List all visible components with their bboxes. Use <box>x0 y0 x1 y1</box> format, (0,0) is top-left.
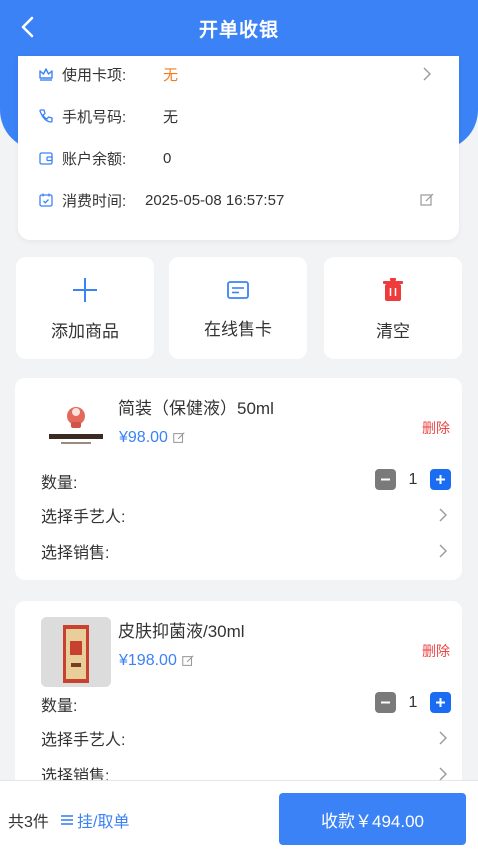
phone-row: 手机号码: 无 <box>18 101 459 131</box>
crown-icon <box>39 68 53 81</box>
bottom-bar: 共3件 挂/取单 收款￥494.00 <box>0 780 478 850</box>
total-count: 共3件 <box>8 814 49 831</box>
quantity-value: 1 <box>408 693 418 711</box>
card-item-row[interactable]: 使用卡项: 无 <box>18 59 459 89</box>
product-price-row[interactable]: ¥198.00 <box>119 652 195 670</box>
phone-label: 手机号码: <box>62 108 127 126</box>
goods-card: 简装（保健液）50ml ¥98.00 删除 数量: 1 选择手艺人: 选择销售: <box>15 378 462 580</box>
online-sell-card-button[interactable]: 在线售卡 <box>169 257 307 359</box>
quantity-stepper: 1 <box>375 692 451 713</box>
product-price: ¥198.00 <box>119 652 177 669</box>
minus-icon <box>381 701 390 704</box>
chevron-right-icon <box>439 508 447 522</box>
edit-icon <box>182 655 194 666</box>
decrease-button[interactable] <box>375 469 396 490</box>
sales-label: 选择销售: <box>41 545 110 562</box>
wallet-icon <box>39 152 53 165</box>
quantity-row: 数量: 1 <box>41 692 451 716</box>
minus-icon <box>381 478 390 481</box>
calendar-icon <box>39 193 53 207</box>
plus-icon <box>436 475 445 484</box>
chevron-left-icon <box>21 16 34 38</box>
time-value: 2025-05-08 16:57:57 <box>145 191 285 209</box>
quantity-label: 数量: <box>41 698 78 715</box>
card-item-label: 使用卡项: <box>62 66 127 84</box>
balance-label: 账户余额: <box>62 150 127 168</box>
action-buttons: 添加商品 在线售卡 清空 <box>16 257 462 359</box>
decrease-button[interactable] <box>375 692 396 713</box>
product-image <box>41 617 111 687</box>
time-label: 消费时间: <box>62 192 127 210</box>
chevron-right-icon <box>439 731 447 745</box>
pay-button[interactable]: 收款￥494.00 <box>279 793 466 845</box>
increase-button[interactable] <box>430 469 451 490</box>
clear-button[interactable]: 清空 <box>324 257 462 359</box>
balance-row: 账户余额: 0 <box>18 143 459 173</box>
artisan-row[interactable]: 选择手艺人: <box>41 503 451 527</box>
card-icon <box>227 281 249 299</box>
phone-icon <box>39 109 53 123</box>
increase-button[interactable] <box>430 692 451 713</box>
goods-card: 皮肤抑菌液/30ml ¥198.00 删除 数量: 1 选择手艺人: 选择销售: <box>15 601 462 801</box>
trash-icon <box>383 278 403 301</box>
back-button[interactable] <box>12 12 42 42</box>
add-goods-label: 添加商品 <box>51 322 119 341</box>
online-sell-card-label: 在线售卡 <box>204 320 272 339</box>
time-row[interactable]: 消费时间: 2025-05-08 16:57:57 <box>18 185 459 215</box>
add-goods-button[interactable]: 添加商品 <box>16 257 154 359</box>
product-image <box>41 394 111 464</box>
artisan-label: 选择手艺人: <box>41 732 126 749</box>
sales-row[interactable]: 选择销售: <box>41 539 451 563</box>
hang-order-button[interactable]: 挂/取单 <box>60 808 129 832</box>
quantity-stepper: 1 <box>375 469 451 490</box>
balance-value: 0 <box>163 149 172 167</box>
chevron-right-icon <box>423 67 431 81</box>
page-title: 开单收银 <box>198 19 279 41</box>
quantity-value: 1 <box>408 470 418 488</box>
artisan-label: 选择手艺人: <box>41 509 126 526</box>
chevron-right-icon <box>439 544 447 558</box>
plus-icon <box>436 698 445 707</box>
quantity-label: 数量: <box>41 475 78 492</box>
plus-icon <box>73 278 97 302</box>
edit-icon[interactable] <box>419 192 435 208</box>
product-price-row[interactable]: ¥98.00 <box>119 429 186 447</box>
customer-info-card: 使用卡项: 无 手机号码: 无 账户余额: 0 消费时间: 2025-05-08… <box>18 56 459 240</box>
product-name: 简装（保健液）50ml <box>118 399 274 418</box>
quantity-row: 数量: 1 <box>41 469 451 493</box>
card-item-value: 无 <box>163 66 179 84</box>
menu-icon <box>61 815 73 825</box>
hang-order-label: 挂/取单 <box>77 814 130 831</box>
edit-icon <box>173 432 185 443</box>
phone-value: 无 <box>163 108 179 126</box>
product-price: ¥98.00 <box>119 429 168 446</box>
clear-label: 清空 <box>376 322 410 341</box>
product-name: 皮肤抑菌液/30ml <box>118 622 245 641</box>
nav-bar: 开单收银 <box>0 0 478 56</box>
delete-link[interactable]: 删除 <box>422 418 450 438</box>
artisan-row[interactable]: 选择手艺人: <box>41 726 451 750</box>
delete-link[interactable]: 删除 <box>422 641 450 661</box>
